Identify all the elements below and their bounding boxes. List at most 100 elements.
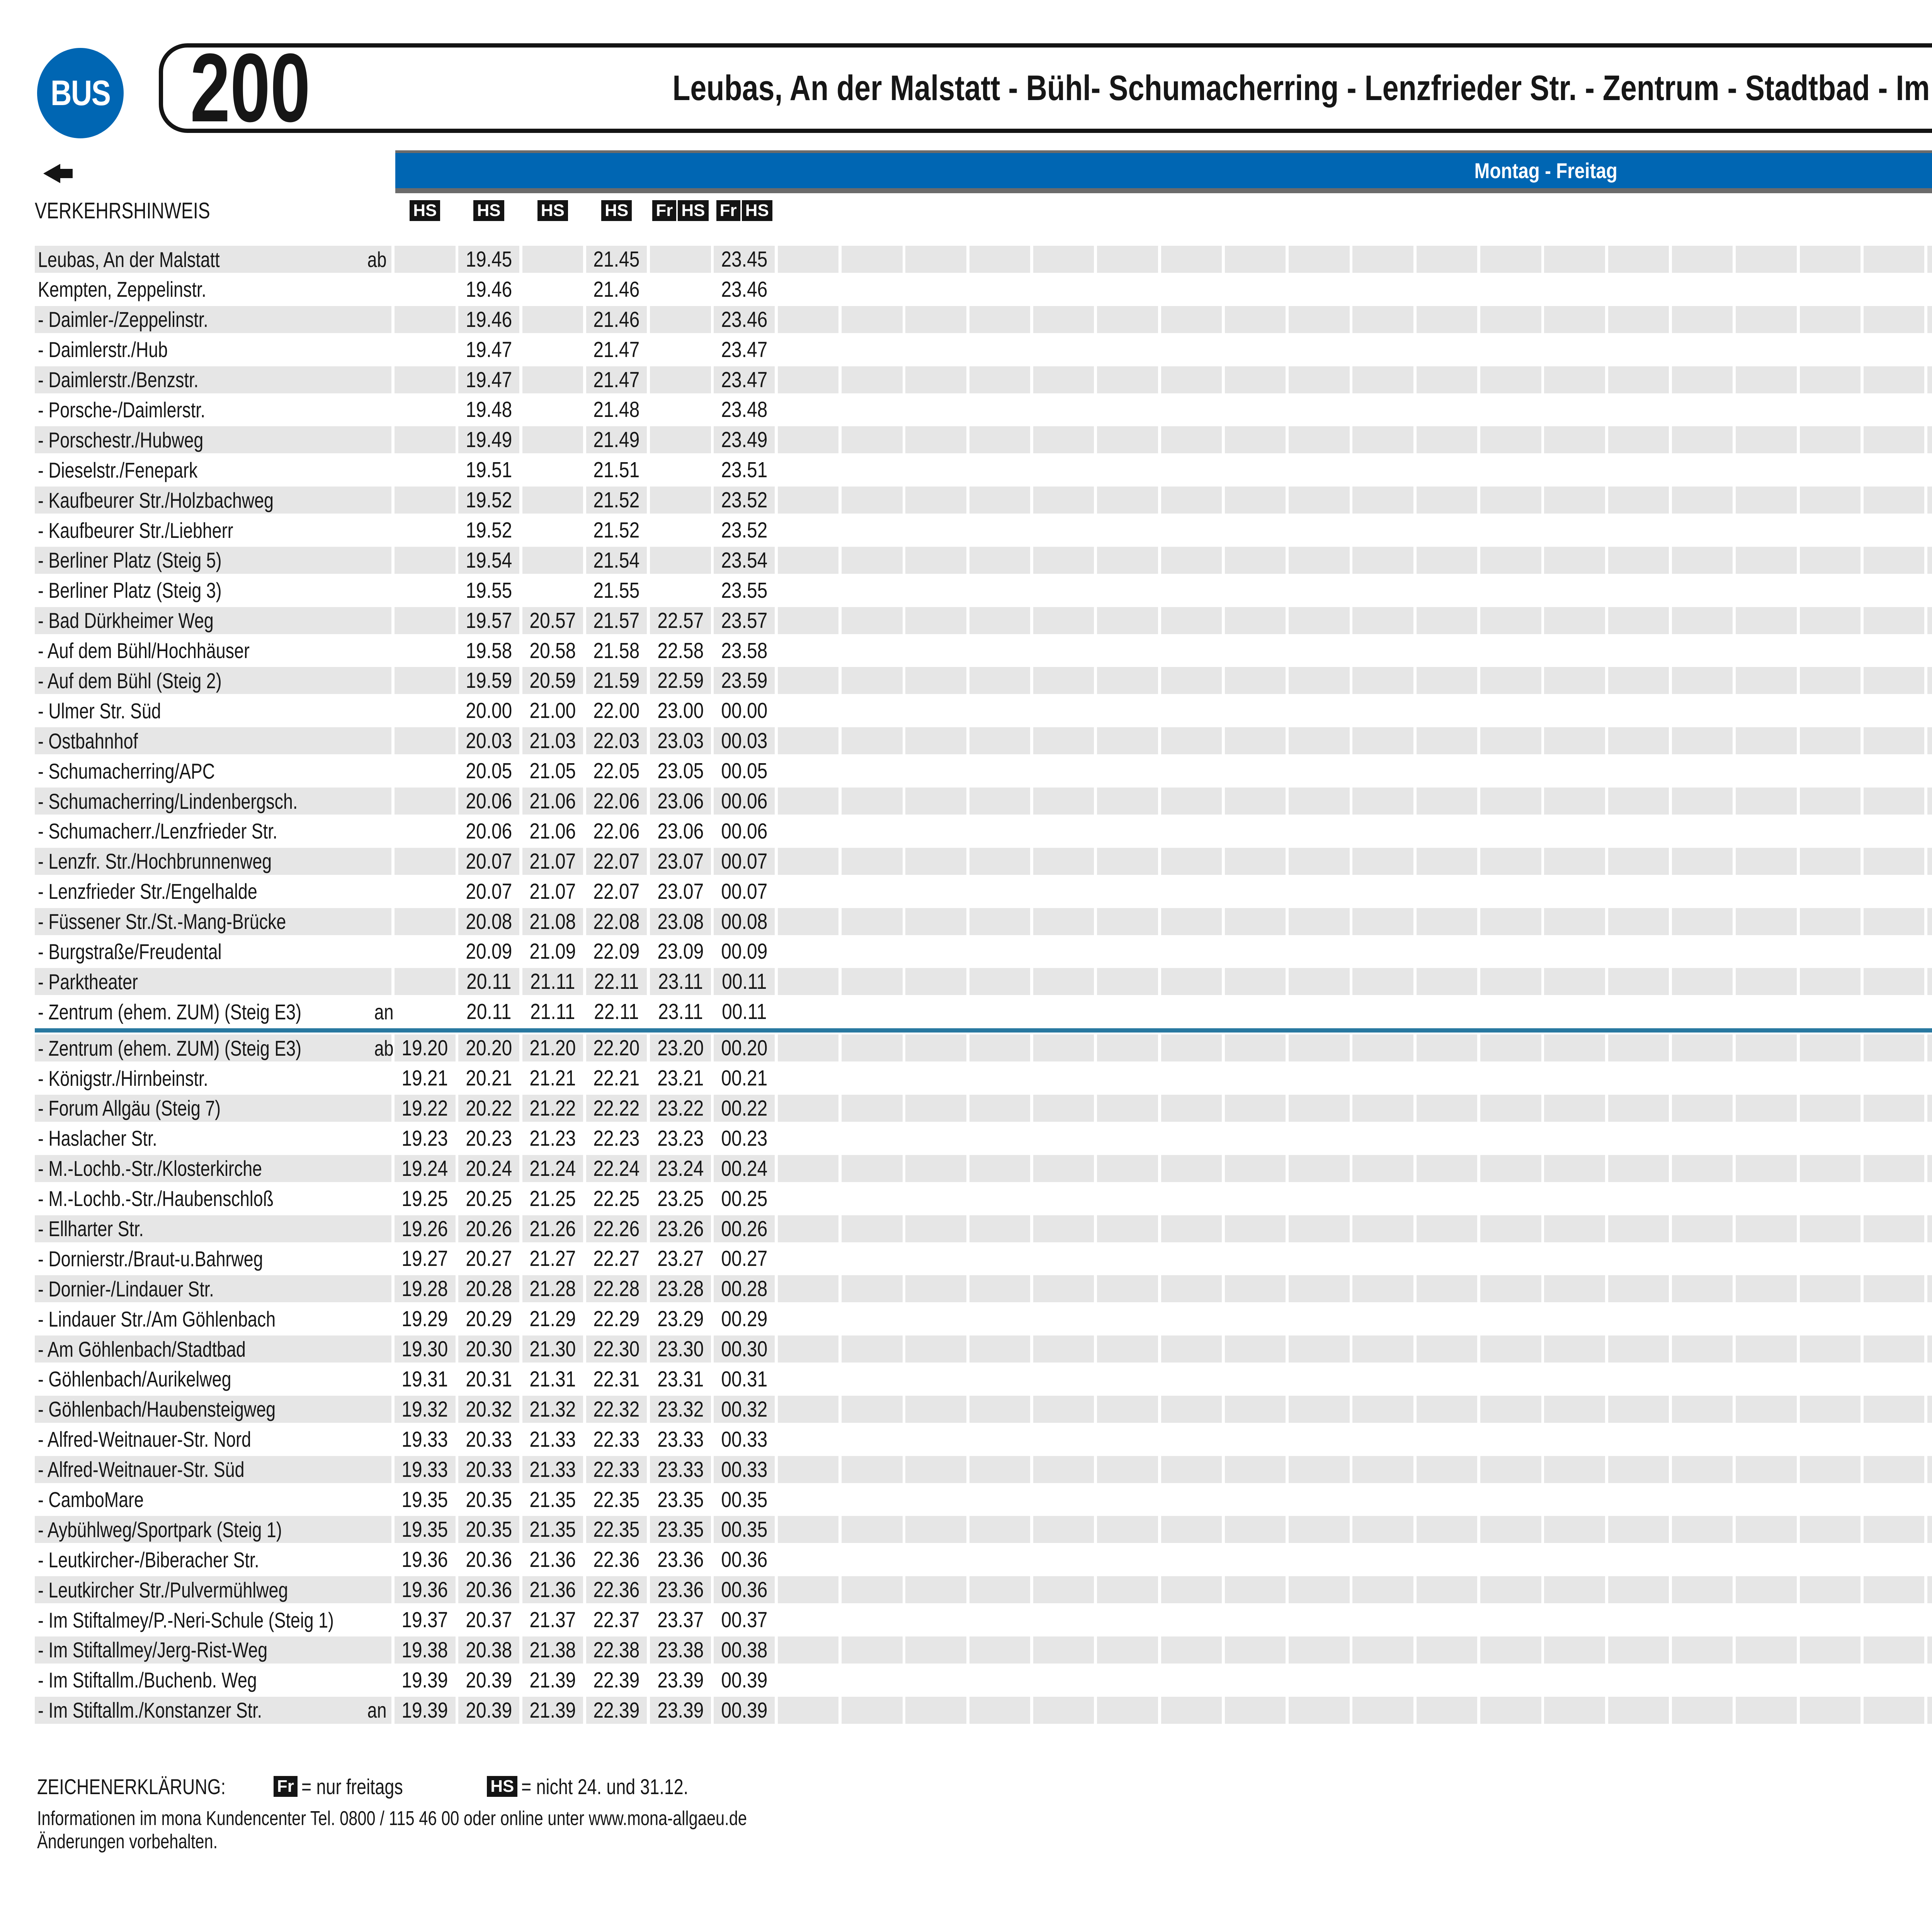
departure-time: 22.30 bbox=[594, 1335, 640, 1363]
station-name: - Ulmer Str. Süd bbox=[35, 698, 161, 723]
time-cell bbox=[1608, 1697, 1669, 1724]
time-cell bbox=[395, 878, 456, 905]
legend-text-hs: = nicht 24. und 31.12. bbox=[521, 1774, 688, 1799]
departure-time: 20.25 bbox=[466, 1185, 512, 1212]
time-cell bbox=[1544, 547, 1605, 574]
time-cell bbox=[1161, 1576, 1222, 1603]
time-cell: 22.58 bbox=[650, 637, 711, 664]
time-cell bbox=[1864, 1697, 1925, 1724]
time-cell: 23.47 bbox=[714, 336, 775, 363]
time-cell bbox=[1544, 1456, 1605, 1483]
time-cell: 23.30 bbox=[650, 1335, 711, 1363]
time-cell bbox=[1927, 1606, 1932, 1633]
time-cell: 22.11 bbox=[586, 998, 647, 1025]
time-cell bbox=[1608, 848, 1669, 875]
time-cell bbox=[778, 1667, 839, 1694]
time-cell: 21.39 bbox=[522, 1667, 583, 1694]
time-cell: 20.07 bbox=[458, 848, 519, 875]
time-cell bbox=[905, 1185, 966, 1212]
station-cell: - Zentrum (ehem. ZUM) (Steig E3)an bbox=[35, 998, 391, 1025]
table-row: - Füssener Str./St.-Mang-Brücke20.0821.0… bbox=[35, 908, 1932, 935]
time-cell: 23.03 bbox=[650, 727, 711, 754]
time-cell bbox=[1417, 1606, 1478, 1633]
station-name: - Daimlerstr./Benzstr. bbox=[35, 367, 199, 392]
time-cell bbox=[1927, 1125, 1932, 1152]
time-cell bbox=[1864, 1606, 1925, 1633]
departure-time: 21.00 bbox=[529, 697, 576, 724]
time-cell bbox=[1033, 1576, 1094, 1603]
time-cell bbox=[522, 276, 583, 303]
departure-time: 19.37 bbox=[402, 1606, 448, 1633]
departure-time: 23.58 bbox=[721, 637, 767, 664]
time-cell bbox=[1864, 938, 1925, 965]
departure-time: 00.20 bbox=[721, 1034, 767, 1061]
time-cell bbox=[1161, 487, 1222, 514]
time-cell bbox=[1033, 366, 1094, 393]
departure-time: 21.39 bbox=[529, 1697, 576, 1724]
station-name: - Aybühlweg/Sportpark (Steig 1) bbox=[35, 1517, 282, 1542]
time-cell: 00.27 bbox=[714, 1245, 775, 1272]
time-cell bbox=[905, 1065, 966, 1092]
time-cell bbox=[1097, 908, 1158, 935]
time-cell bbox=[1800, 366, 1861, 393]
station-name: - Im Stiftallm./Buchenb. Weg bbox=[35, 1667, 257, 1693]
legend-title: ZEICHENERKLÄRUNG: bbox=[37, 1774, 226, 1799]
time-cell bbox=[1800, 1185, 1861, 1212]
time-cell bbox=[1033, 276, 1094, 303]
time-cell bbox=[1033, 547, 1094, 574]
column-header-cell: FrHS bbox=[714, 199, 775, 223]
time-cell: 22.29 bbox=[586, 1305, 647, 1332]
time-cell bbox=[969, 1185, 1031, 1212]
time-cell bbox=[1352, 908, 1413, 935]
time-cell bbox=[905, 998, 966, 1025]
time-cell bbox=[778, 1366, 839, 1393]
station-name: - Im Stiftalmey/P.-Neri-Schule (Steig 1) bbox=[35, 1608, 334, 1633]
time-cell bbox=[1927, 1426, 1932, 1453]
time-cell bbox=[1736, 1697, 1797, 1724]
time-cell bbox=[1672, 1245, 1733, 1272]
time-cell bbox=[1225, 1576, 1286, 1603]
time-cell: 22.26 bbox=[586, 1215, 647, 1242]
time-cell: 19.39 bbox=[395, 1667, 456, 1694]
departure-time: 23.06 bbox=[657, 818, 704, 845]
station-cell: - Dieselstr./Fenepark bbox=[35, 456, 391, 483]
time-cell bbox=[1161, 727, 1222, 754]
time-cell bbox=[778, 938, 839, 965]
time-cell bbox=[969, 517, 1031, 544]
time-cell bbox=[1417, 396, 1478, 423]
time-cell bbox=[1289, 1125, 1350, 1152]
station-cell: - Göhlenbach/Aurikelweg bbox=[35, 1366, 391, 1393]
footer-note-line: Änderungen vorbehalten. bbox=[37, 1830, 218, 1853]
table-row: - Bad Dürkheimer Weg19.5720.5721.5722.57… bbox=[35, 607, 1932, 634]
time-cell: 20.29 bbox=[458, 1305, 519, 1332]
time-cell bbox=[842, 968, 903, 995]
time-cell bbox=[1480, 878, 1541, 905]
departure-time: 23.54 bbox=[721, 547, 767, 574]
time-cell: 19.39 bbox=[395, 1697, 456, 1724]
time-cell bbox=[969, 1305, 1031, 1332]
time-cell bbox=[778, 1576, 839, 1603]
table-row: - Dornier-/Lindauer Str.19.2820.2821.282… bbox=[35, 1275, 1932, 1302]
table-row: - Daimler-/Zeppelinstr.19.4621.4623.46 bbox=[35, 306, 1932, 333]
time-cell bbox=[969, 1335, 1031, 1363]
time-cell bbox=[1544, 577, 1605, 604]
time-cell bbox=[1480, 1396, 1541, 1423]
time-cell bbox=[522, 426, 583, 453]
time-cell bbox=[1864, 848, 1925, 875]
time-cell bbox=[1736, 1185, 1797, 1212]
time-cell bbox=[1608, 1335, 1669, 1363]
time-cell bbox=[778, 276, 839, 303]
time-cell bbox=[1097, 456, 1158, 483]
time-cell bbox=[905, 1034, 966, 1061]
table-row: - CamboMare19.3520.3521.3522.3523.3500.3… bbox=[35, 1486, 1932, 1513]
time-cell bbox=[1480, 667, 1541, 694]
time-cell bbox=[1033, 1667, 1094, 1694]
departure-time: 19.36 bbox=[402, 1576, 448, 1603]
time-cell bbox=[778, 727, 839, 754]
time-cell bbox=[1864, 968, 1925, 995]
time-cell bbox=[1352, 456, 1413, 483]
departure-time: 21.35 bbox=[529, 1486, 576, 1513]
time-cell bbox=[1417, 998, 1478, 1025]
departure-time: 23.24 bbox=[657, 1155, 704, 1182]
time-cell bbox=[1352, 1245, 1413, 1272]
